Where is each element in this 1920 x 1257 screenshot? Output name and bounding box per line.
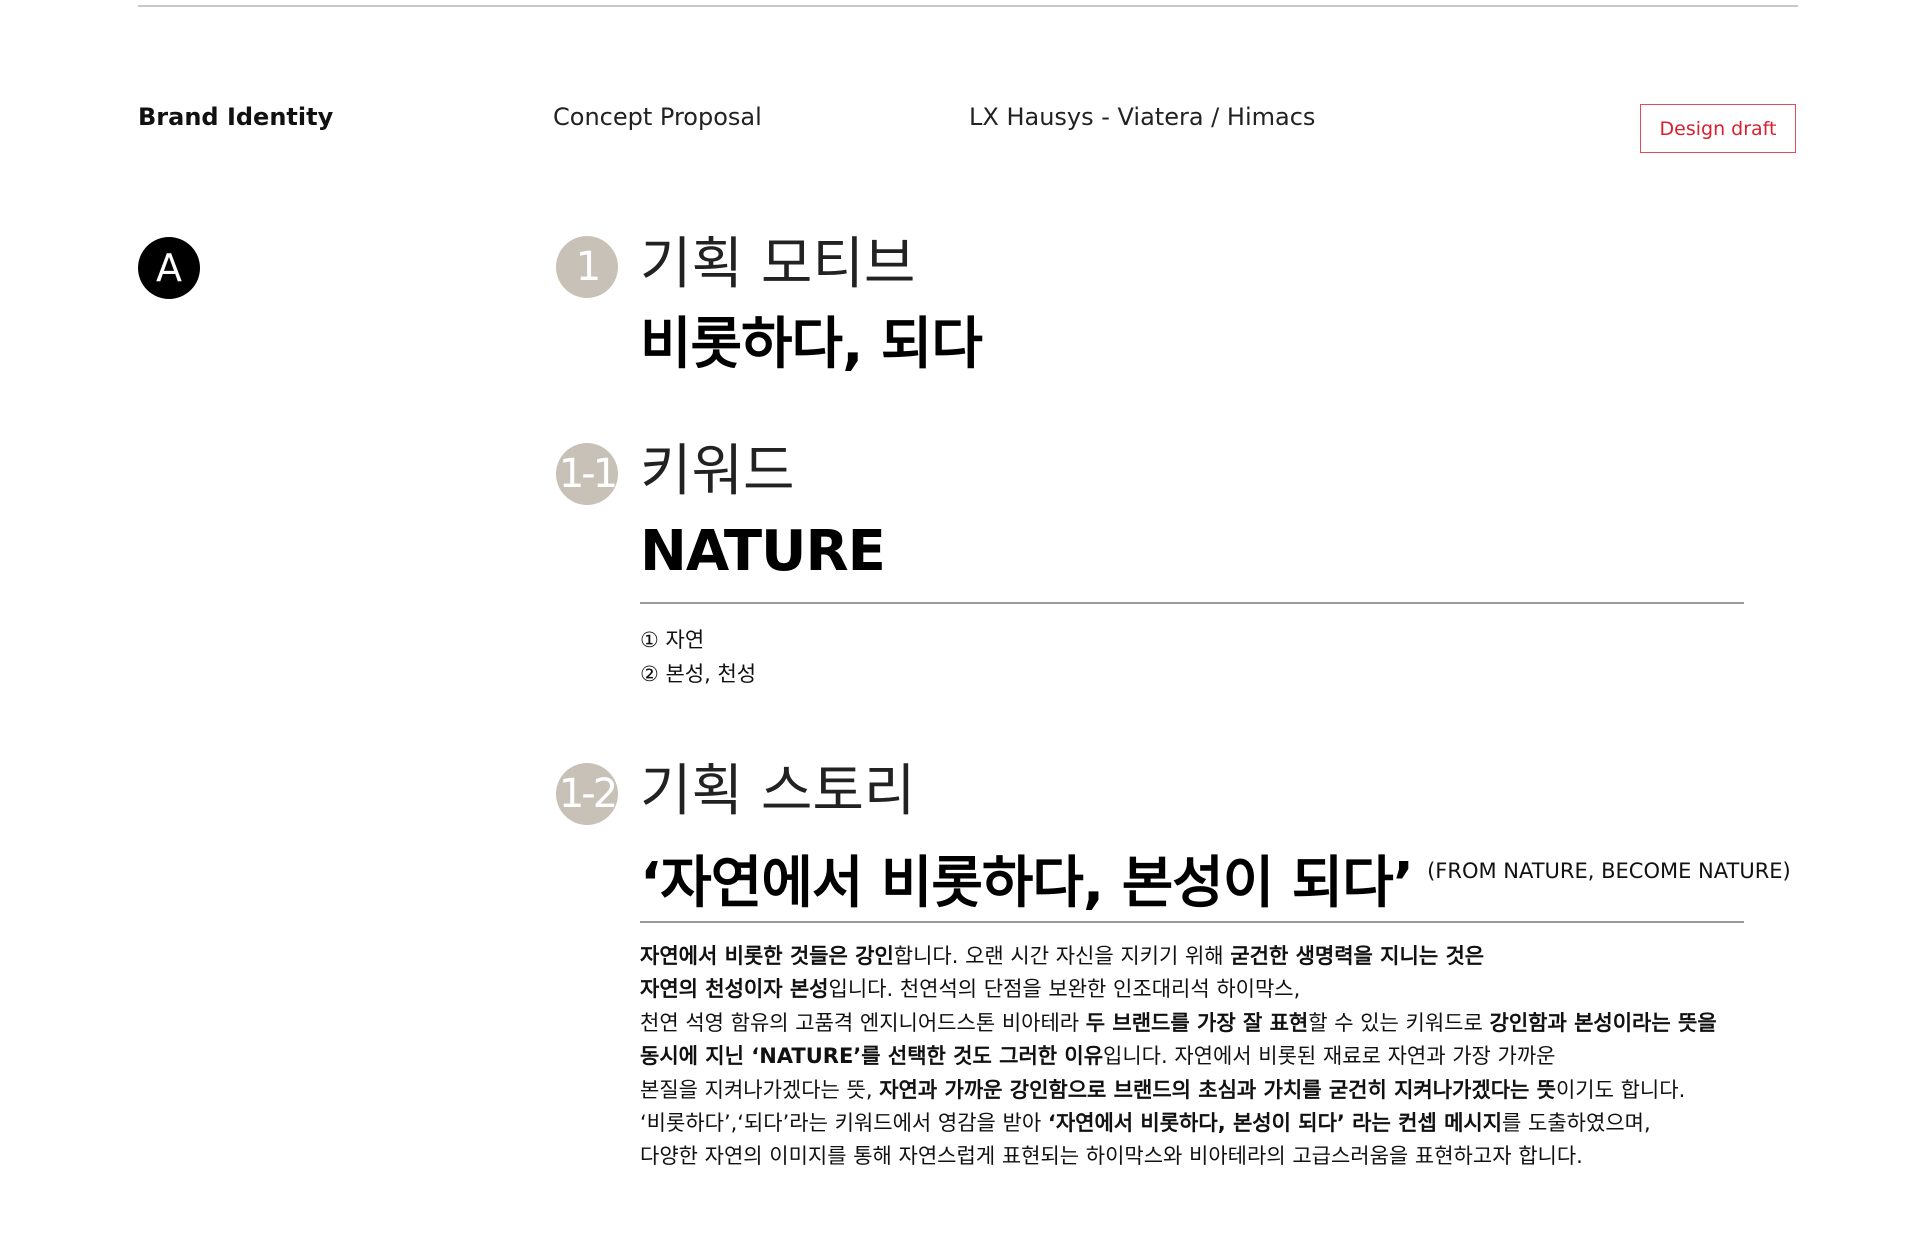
keyword-divider	[640, 602, 1744, 604]
definition-item: ① 자연	[640, 628, 705, 652]
section-number-1-1: 1-1	[556, 443, 618, 505]
brand-identity-label: Brand Identity	[138, 103, 334, 131]
story-divider	[640, 921, 1744, 923]
story-line: ‘비롯하다’,‘되다’라는 키워드에서 영감을 받아 ‘자연에서 비롯하다, 본…	[640, 1111, 1651, 1136]
section-number-1-2: 1-2	[556, 763, 618, 825]
section-headline-story: ‘자연에서 비롯하다, 본성이 되다’ (FROM NATURE, BECOME …	[640, 838, 1791, 917]
section-title-keyword: 키워드	[640, 439, 795, 504]
story-line: 자연의 천성이자 본성입니다. 천연석의 단점을 보완한 인조대리석 하이막스,	[640, 977, 1301, 1002]
concept-proposal-label: Concept Proposal	[553, 103, 762, 131]
story-headline-subtitle: (FROM NATURE, BECOME NATURE)	[1427, 859, 1791, 883]
story-line: 본질을 지켜나가겠다는 뜻, 자연과 가까운 강인함으로 브랜드의 초심과 가치…	[640, 1077, 1686, 1102]
client-label: LX Hausys - Viatera / Himacs	[969, 103, 1316, 131]
section-title-motive: 기획 모티브	[640, 232, 916, 297]
definition-item: ② 본성, 천성	[640, 662, 757, 686]
story-line: 다양한 자연의 이미지를 통해 자연스럽게 표현되는 하이막스와 비아테라의 고…	[640, 1144, 1583, 1169]
keyword-definitions: ① 자연 ② 본성, 천성	[640, 623, 756, 691]
story-body: 자연에서 비롯한 것들은 강인합니다. 오랜 시간 자신을 지키기 위해 굳건한…	[640, 940, 1760, 1174]
top-divider	[138, 5, 1798, 7]
section-headline-motive: 비롯하다, 되다	[640, 312, 983, 377]
story-line: 천연 석영 함유의 고품격 엔지니어드스톤 비아테라 두 브랜드를 가장 잘 표…	[640, 1010, 1717, 1035]
section-letter-badge: A	[138, 237, 200, 299]
design-draft-badge: Design draft	[1640, 104, 1796, 153]
section-number-1: 1	[556, 236, 618, 298]
story-headline-text: ‘자연에서 비롯하다, 본성이 되다’	[640, 851, 1414, 916]
section-title-story: 기획 스토리	[640, 759, 916, 824]
story-line: 자연에서 비롯한 것들은 강인합니다. 오랜 시간 자신을 지키기 위해 굳건한…	[640, 944, 1485, 968]
section-headline-keyword: NATURE	[640, 519, 886, 584]
story-line: 동시에 지닌 ‘NATURE’를 선택한 것도 그러한 이유입니다. 자연에서 …	[640, 1044, 1556, 1069]
